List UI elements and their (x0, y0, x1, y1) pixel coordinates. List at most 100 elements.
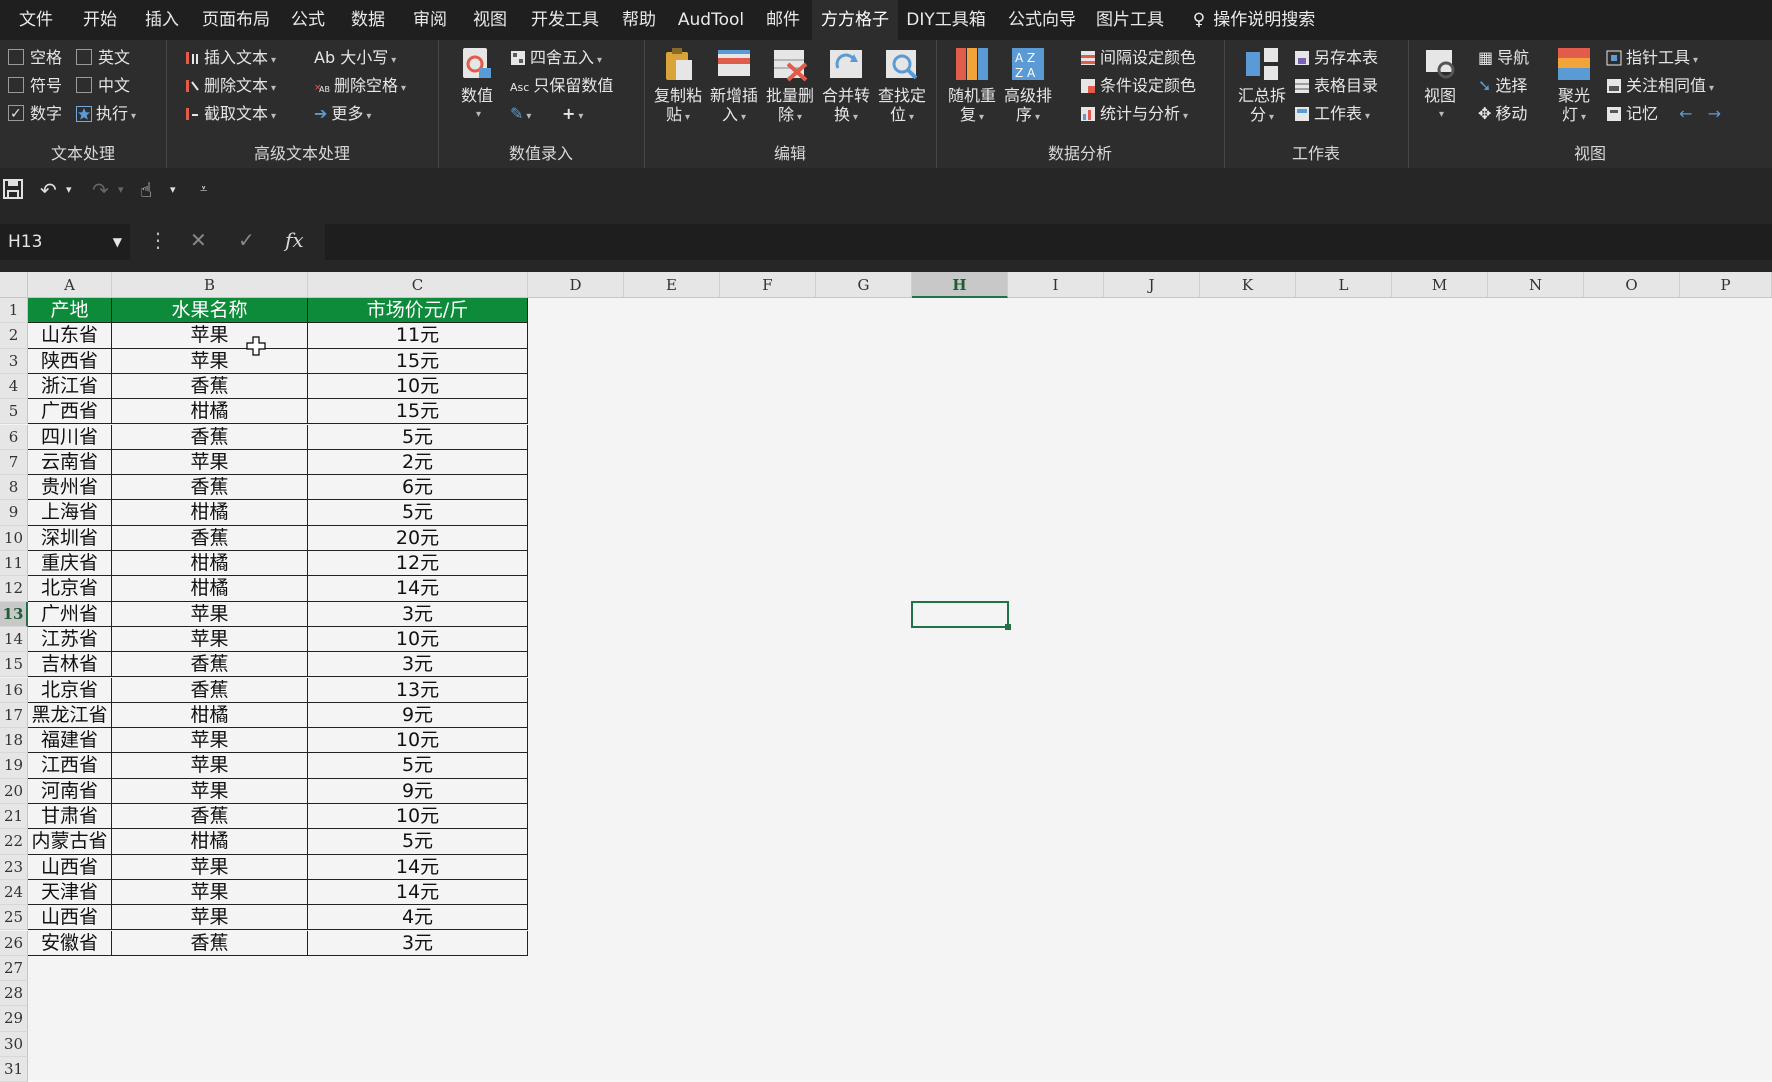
fill-handle[interactable] (1005, 623, 1011, 630)
row-header-14[interactable]: 14 (0, 626, 28, 653)
row-header-25[interactable]: 25 (0, 905, 28, 931)
table-cell[interactable]: 柑橘 (112, 399, 308, 425)
checkbox-chinese[interactable]: 中文 (76, 74, 130, 98)
value-button[interactable]: 数值 ▾ (450, 46, 504, 124)
save-sheet-button[interactable]: 另存本表 (1294, 46, 1378, 70)
table-cell[interactable]: 香蕉 (112, 475, 308, 501)
table-cell[interactable]: 苹果 (112, 449, 308, 476)
column-header-E[interactable]: E (624, 272, 720, 298)
menu-tab-7[interactable]: 视图 (462, 0, 518, 40)
table-cell[interactable]: 14元 (308, 879, 528, 906)
table-cell[interactable]: 20元 (308, 525, 528, 551)
undo-icon[interactable]: ↶ (40, 178, 57, 202)
menu-tab-13[interactable]: DIY工具箱 (898, 0, 994, 40)
table-cell[interactable]: 香蕉 (112, 652, 308, 678)
row-header-13[interactable]: 13 (0, 601, 28, 627)
table-cell[interactable]: 苹果 (112, 854, 308, 880)
table-cell[interactable]: 江苏省 (28, 626, 112, 653)
row-header-19[interactable]: 19 (0, 753, 28, 779)
table-cell[interactable]: 柑橘 (112, 500, 308, 526)
table-cell[interactable]: 广州省 (28, 601, 112, 627)
case-button[interactable]: Ab 大小写 ▾ (314, 46, 396, 70)
menu-tab-9[interactable]: 帮助 (612, 0, 666, 40)
row-header-30[interactable]: 30 (0, 1031, 28, 1057)
table-cell[interactable]: 苹果 (112, 601, 308, 627)
table-cell[interactable]: 四川省 (28, 424, 112, 450)
formula-input[interactable] (325, 224, 1772, 260)
table-cell[interactable]: 河南省 (28, 778, 112, 804)
row-header-20[interactable]: 20 (0, 778, 28, 804)
menu-tab-0[interactable]: 文件 (8, 0, 64, 40)
column-header-C[interactable]: C (308, 272, 528, 298)
menu-tab-16[interactable]: ♀ 操作说明搜索 (1184, 0, 1324, 40)
copy-paste-button[interactable]: 复制粘贴 ▾ (650, 46, 706, 127)
table-cell[interactable]: 内蒙古省 (28, 829, 112, 855)
row-header-28[interactable]: 28 (0, 981, 28, 1007)
checkbox-english[interactable]: 英文 (76, 46, 130, 70)
customize-qat-icon[interactable]: ⩡ (200, 178, 207, 202)
checkbox-number[interactable]: 数字 (8, 102, 62, 126)
table-cell[interactable]: 11元 (308, 323, 528, 349)
table-cell[interactable]: 香蕉 (112, 525, 308, 551)
table-cell[interactable]: 4元 (308, 905, 528, 931)
table-cell[interactable]: 柑橘 (112, 702, 308, 729)
table-cell[interactable]: 贵州省 (28, 475, 112, 501)
menu-tab-8[interactable]: 开发工具 (524, 0, 606, 40)
table-cell[interactable]: 5元 (308, 424, 528, 450)
table-cell[interactable]: 10元 (308, 728, 528, 754)
table-cell[interactable]: 14元 (308, 854, 528, 880)
column-header-O[interactable]: O (1584, 272, 1680, 298)
table-cell[interactable]: 9元 (308, 702, 528, 729)
table-cell[interactable]: 14元 (308, 576, 528, 602)
column-header-B[interactable]: B (112, 272, 308, 298)
save-icon[interactable] (2, 178, 24, 205)
menu-tab-15[interactable]: 图片工具 (1090, 0, 1170, 40)
table-cell[interactable]: 苹果 (112, 778, 308, 804)
row-header-27[interactable]: 27 (0, 955, 28, 982)
select-all-corner[interactable] (0, 272, 28, 298)
menu-tab-12[interactable]: 方方格子 (812, 0, 898, 40)
table-cell[interactable]: 3元 (308, 930, 528, 956)
row-header-5[interactable]: 5 (0, 399, 28, 425)
row-header-26[interactable]: 26 (0, 930, 28, 956)
row-header-10[interactable]: 10 (0, 525, 28, 551)
keep-values-button[interactable]: Asc 只保留数值 (510, 74, 613, 98)
table-cell[interactable]: 上海省 (28, 500, 112, 526)
insert-text-button[interactable]: 插入文本 ▾ (184, 46, 276, 70)
worksheet-grid[interactable]: A B C D E F G H I J K L M N O P 1 2 3 4 5 6 7 8 9 10 11 12 13 14 15 16 1… (0, 272, 1772, 1082)
add-button[interactable]: + ▾ (562, 102, 583, 126)
table-cell[interactable]: 香蕉 (112, 804, 308, 830)
row-header-12[interactable]: 12 (0, 576, 28, 602)
row-header-22[interactable]: 22 (0, 829, 28, 855)
menu-tab-2[interactable]: 插入 (134, 0, 190, 40)
table-cell[interactable]: 山西省 (28, 854, 112, 880)
row-header-6[interactable]: 6 (0, 424, 28, 450)
column-header-A[interactable]: A (28, 272, 112, 298)
table-header-cell[interactable]: 水果名称 (112, 298, 308, 324)
table-cell[interactable]: 柑橘 (112, 576, 308, 602)
column-header-G[interactable]: G (816, 272, 912, 298)
table-cell[interactable]: 山东省 (28, 323, 112, 349)
edit-tool-button[interactable]: ✎ ▾ (510, 102, 531, 126)
enter-icon[interactable]: ✓ (238, 228, 255, 252)
memory-button[interactable]: 记忆 ← → (1606, 102, 1721, 126)
table-cell[interactable]: 苹果 (112, 905, 308, 931)
menu-tab-10[interactable]: AudTool (670, 0, 752, 40)
table-cell[interactable]: 福建省 (28, 728, 112, 754)
batch-delete-button[interactable]: 批量删除 ▾ (762, 46, 818, 127)
table-cell[interactable]: 2元 (308, 449, 528, 476)
row-header-11[interactable]: 11 (0, 551, 28, 577)
table-cell[interactable]: 3元 (308, 652, 528, 678)
table-cell[interactable]: 柑橘 (112, 551, 308, 577)
table-cell[interactable]: 3元 (308, 601, 528, 627)
table-cell[interactable]: 北京省 (28, 576, 112, 602)
column-header-F[interactable]: F (720, 272, 816, 298)
menu-tab-6[interactable]: 审阅 (402, 0, 458, 40)
table-cell[interactable]: 浙江省 (28, 373, 112, 400)
row-header-24[interactable]: 24 (0, 879, 28, 906)
table-cell[interactable]: 深圳省 (28, 525, 112, 551)
view-button[interactable]: 视图 ▾ (1412, 46, 1468, 124)
random-repeat-button[interactable]: 随机重复 ▾ (944, 46, 1000, 127)
table-cell[interactable]: 香蕉 (112, 677, 308, 703)
row-header-15[interactable]: 15 (0, 652, 28, 678)
